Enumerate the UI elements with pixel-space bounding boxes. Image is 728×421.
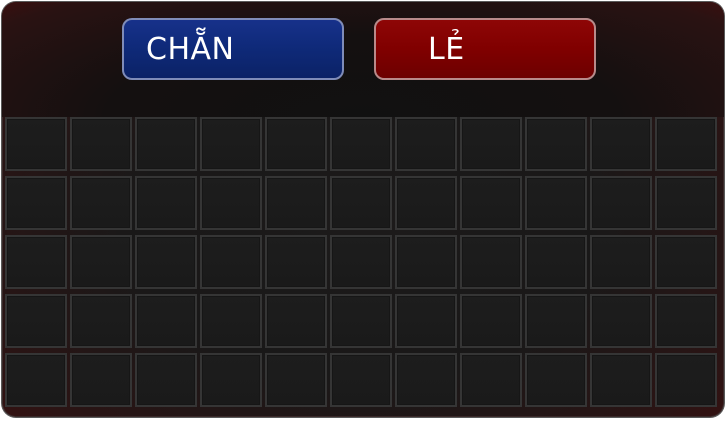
board-cell (330, 235, 392, 289)
board-cell (5, 117, 67, 171)
board-cell (5, 294, 67, 348)
board-cell (525, 117, 587, 171)
board-cell (330, 353, 392, 407)
board-cell (525, 176, 587, 230)
board-cell (265, 353, 327, 407)
board-cell (460, 235, 522, 289)
board-cell (200, 176, 262, 230)
board-cell (590, 117, 652, 171)
odd-bet-label: LẺ (428, 32, 465, 67)
board-cell (330, 176, 392, 230)
even-bet-button[interactable]: CHẴN (122, 18, 344, 80)
board-cell (655, 353, 717, 407)
board-cell (5, 353, 67, 407)
board-cell (525, 353, 587, 407)
board-cell (525, 235, 587, 289)
board-cell (5, 235, 67, 289)
board-cell (135, 294, 197, 348)
board-cell (330, 294, 392, 348)
board-cell (5, 176, 67, 230)
board-cell (590, 235, 652, 289)
even-bet-label: CHẴN (146, 32, 235, 67)
board-cell (525, 294, 587, 348)
board-cell (200, 117, 262, 171)
result-board (5, 117, 724, 413)
board-cell (330, 117, 392, 171)
board-cell (460, 294, 522, 348)
board-cell (135, 353, 197, 407)
board-cell (395, 117, 457, 171)
board-cell (395, 294, 457, 348)
board-cell (460, 353, 522, 407)
board-cell (135, 176, 197, 230)
board-cell (70, 176, 132, 230)
board-cell (70, 294, 132, 348)
board-cell (655, 176, 717, 230)
board-cell (200, 235, 262, 289)
board-cell (460, 176, 522, 230)
game-panel: CHẴN LẺ (2, 2, 724, 417)
board-cell (655, 294, 717, 348)
board-cell (265, 176, 327, 230)
board-cell (655, 117, 717, 171)
board-cell (265, 235, 327, 289)
board-cell (395, 235, 457, 289)
board-cell (460, 117, 522, 171)
board-cell (135, 235, 197, 289)
board-cell (70, 117, 132, 171)
board-cell (200, 353, 262, 407)
board-cell (590, 176, 652, 230)
board-cell (395, 176, 457, 230)
board-cell (590, 294, 652, 348)
board-cell (265, 117, 327, 171)
board-cell (135, 117, 197, 171)
board-cell (70, 353, 132, 407)
board-cell (70, 235, 132, 289)
board-cell (200, 294, 262, 348)
board-cell (395, 353, 457, 407)
odd-bet-button[interactable]: LẺ (374, 18, 596, 80)
board-cell (590, 353, 652, 407)
board-cell (655, 235, 717, 289)
bet-header: CHẴN LẺ (2, 2, 724, 117)
board-cell (265, 294, 327, 348)
